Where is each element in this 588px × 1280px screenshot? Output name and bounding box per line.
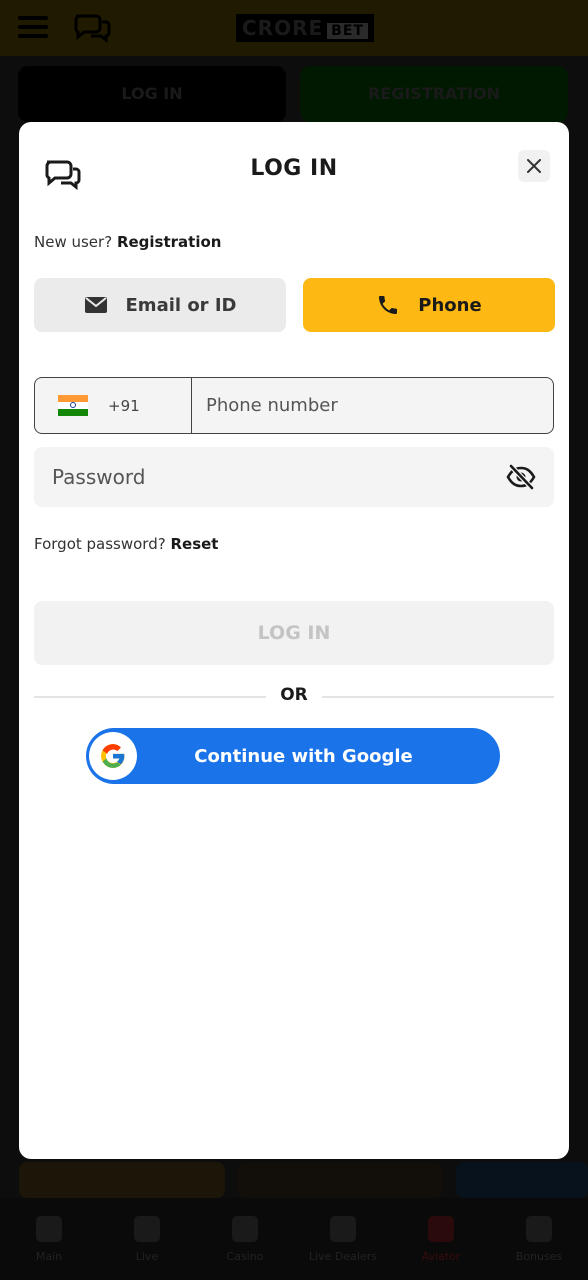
envelope-icon — [84, 297, 107, 313]
toggle-password-visibility-button[interactable] — [504, 460, 538, 494]
forgot-password-row: Forgot password? Reset — [34, 535, 218, 553]
nav-item-aviator: Aviator — [392, 1198, 490, 1280]
continue-with-google-button[interactable]: Continue with Google — [86, 728, 500, 784]
brand-logo[interactable]: CRORE BET — [236, 14, 374, 42]
logo-badge: BET — [327, 23, 368, 39]
country-code: +91 — [108, 396, 140, 415]
phone-field: +91 — [34, 377, 554, 434]
reset-link[interactable]: Reset — [170, 535, 218, 553]
nav-item-live-dealers: Live Dealers — [294, 1198, 392, 1280]
tab-phone[interactable]: Phone — [303, 278, 555, 332]
background-tile — [19, 1162, 225, 1198]
menu-icon[interactable] — [18, 16, 48, 40]
password-field — [34, 447, 554, 507]
casino-icon — [232, 1215, 258, 1242]
nav-item-bonuses: Bonuses — [490, 1198, 588, 1280]
nav-label: Casino — [226, 1249, 264, 1263]
background-tile — [237, 1162, 443, 1198]
close-button[interactable] — [518, 150, 550, 182]
india-flag-icon — [58, 395, 88, 416]
or-divider-text: OR — [280, 685, 308, 705]
password-input[interactable] — [34, 464, 504, 490]
country-code-select[interactable]: +91 — [35, 378, 192, 433]
gift-icon — [526, 1215, 552, 1242]
plane-icon — [428, 1215, 454, 1242]
background-registration-button: REGISTRATION — [300, 66, 568, 122]
tab-label: Phone — [418, 294, 482, 316]
background-tile — [456, 1162, 588, 1198]
nav-label: Live Dealers — [308, 1249, 377, 1263]
live-icon — [134, 1215, 160, 1242]
close-icon — [527, 159, 541, 173]
new-user-row: New user? Registration — [34, 233, 221, 251]
nav-item-casino: Casino — [196, 1198, 294, 1280]
phone-icon — [379, 296, 398, 314]
new-user-prompt: New user? — [34, 233, 113, 251]
nav-label: Live — [135, 1249, 159, 1263]
login-modal: LOG IN New user? Registration Email or I… — [19, 122, 569, 1159]
top-bar: CRORE BET — [0, 0, 588, 56]
nav-label: Aviator — [421, 1249, 461, 1263]
registration-link[interactable]: Registration — [117, 233, 222, 251]
logo-text: CRORE — [242, 16, 324, 40]
nav-item-live: Live — [98, 1198, 196, 1280]
google-logo-icon — [89, 732, 137, 780]
chat-icon[interactable] — [72, 10, 112, 46]
dealer-icon — [330, 1215, 356, 1242]
phone-number-input[interactable] — [192, 378, 553, 433]
tab-email-or-id[interactable]: Email or ID — [34, 278, 286, 332]
nav-item-main: Main — [0, 1198, 98, 1280]
eye-off-icon — [506, 464, 536, 490]
bottom-nav: Main Live Casino Live Dealers Aviator Bo… — [0, 1198, 588, 1280]
tab-label: Email or ID — [125, 294, 237, 316]
google-button-label: Continue with Google — [194, 745, 413, 767]
background-login-button: LOG IN — [18, 66, 286, 122]
nav-label: Bonuses — [515, 1249, 563, 1263]
modal-title: LOG IN — [250, 156, 338, 181]
forgot-password-prompt: Forgot password? — [34, 535, 166, 553]
nav-label: Main — [35, 1249, 63, 1263]
grid-icon — [36, 1215, 62, 1242]
login-button[interactable]: LOG IN — [34, 601, 554, 665]
